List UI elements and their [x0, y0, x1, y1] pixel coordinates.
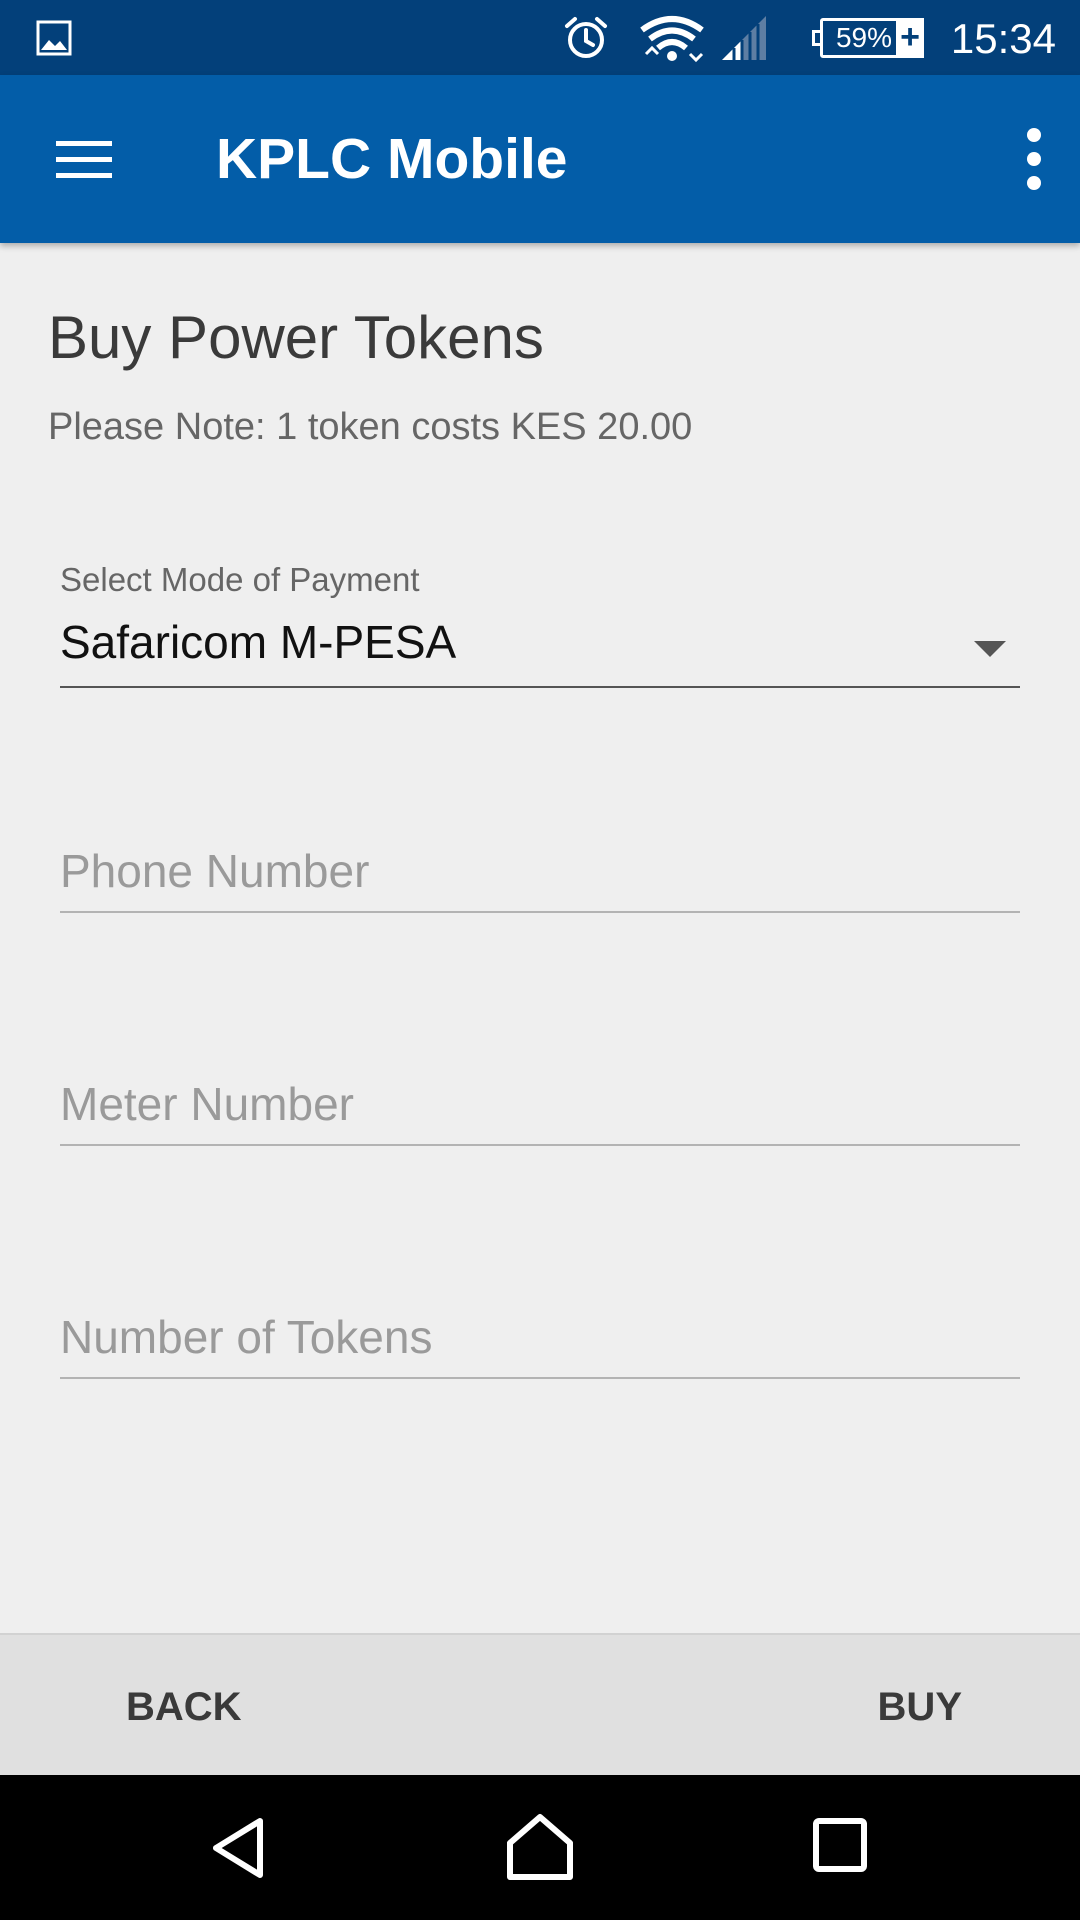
- battery-icon: 59% +: [812, 18, 924, 58]
- buy-button[interactable]: BUY: [858, 1635, 982, 1775]
- payment-mode-label: Select Mode of Payment: [60, 561, 420, 598]
- signal-icon: [722, 16, 766, 60]
- app-title: KPLC Mobile: [216, 127, 568, 191]
- status-bar: 59% + 15:34: [0, 0, 1080, 75]
- dropdown-arrow-icon: [974, 641, 1006, 657]
- meter-number-field[interactable]: [60, 1066, 1020, 1146]
- nav-recents-icon[interactable]: [812, 1817, 868, 1873]
- action-bar: BACK BUY: [0, 1633, 1080, 1775]
- navigation-bar: [0, 1775, 1080, 1920]
- page-title: Buy Power Tokens: [48, 304, 544, 371]
- status-clock: 15:34: [950, 15, 1056, 62]
- payment-mode-select[interactable]: Safaricom M-PESA: [60, 613, 1020, 688]
- nav-home-icon[interactable]: [504, 1813, 576, 1881]
- meter-number-input[interactable]: [60, 1066, 1020, 1142]
- app-bar: KPLC Mobile: [0, 75, 1080, 243]
- wifi-icon: [640, 16, 704, 63]
- main-content: Buy Power Tokens Please Note: 1 token co…: [0, 243, 1080, 1633]
- number-of-tokens-input[interactable]: [60, 1299, 1020, 1375]
- phone-number-input[interactable]: [60, 833, 1020, 909]
- charging-icon: +: [896, 18, 924, 58]
- token-price-note: Please Note: 1 token costs KES 20.00: [48, 406, 693, 448]
- number-of-tokens-field[interactable]: [60, 1299, 1020, 1379]
- menu-icon[interactable]: [40, 119, 130, 199]
- payment-mode-value: Safaricom M-PESA: [60, 616, 457, 668]
- battery-percent: 59%: [820, 18, 908, 58]
- nav-back-icon[interactable]: [208, 1815, 274, 1881]
- back-button[interactable]: BACK: [106, 1635, 262, 1775]
- overflow-menu-icon[interactable]: [1004, 119, 1064, 199]
- gallery-icon: [36, 20, 72, 56]
- alarm-icon: [565, 17, 607, 58]
- phone-number-field[interactable]: [60, 833, 1020, 913]
